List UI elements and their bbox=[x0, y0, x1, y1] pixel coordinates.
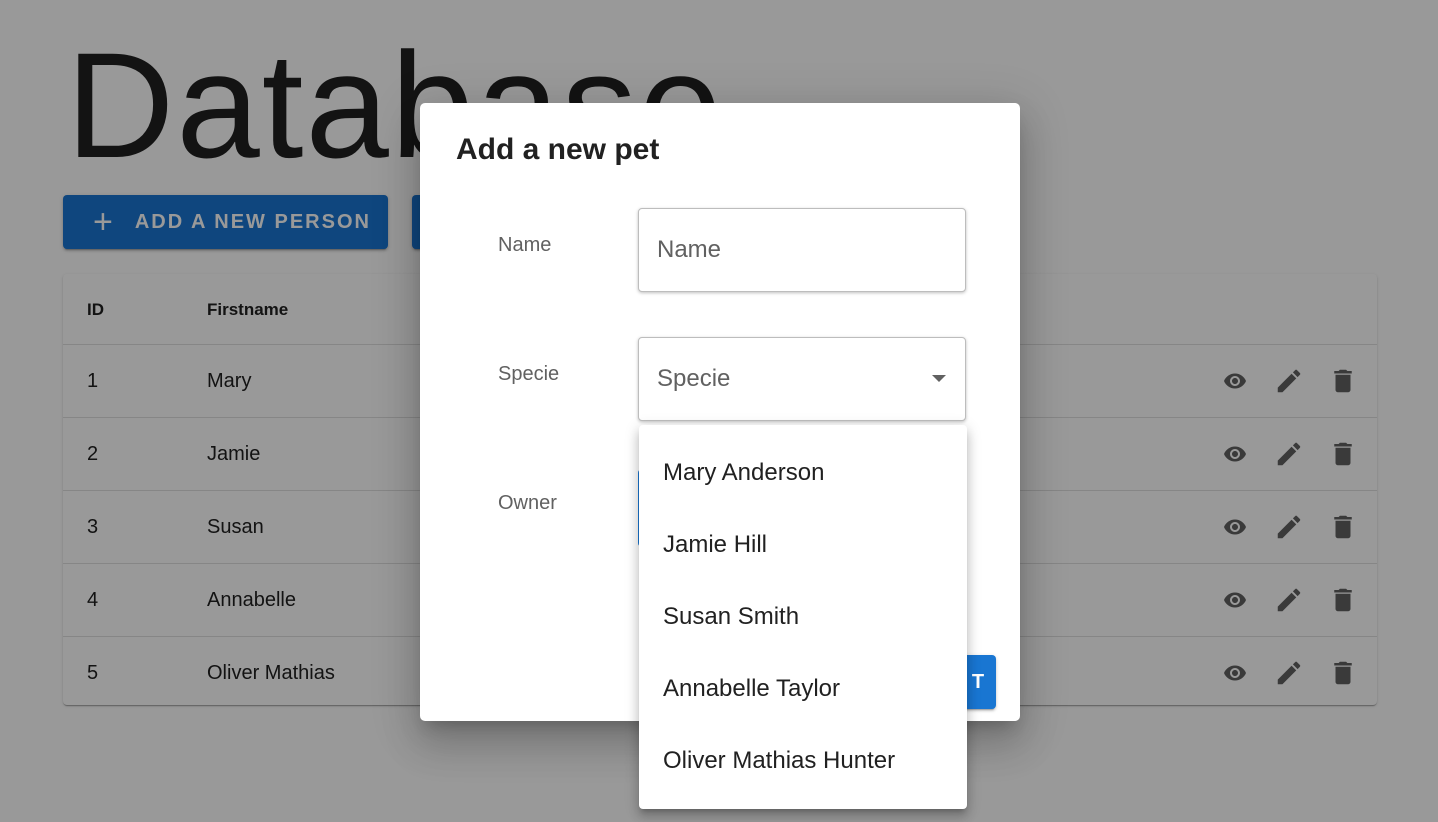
specie-select[interactable]: Specie bbox=[638, 337, 966, 421]
owner-option[interactable]: Oliver Mathias Hunter bbox=[639, 725, 967, 797]
owner-option[interactable]: Mary Anderson bbox=[639, 437, 967, 509]
owner-dropdown-menu: Mary Anderson Jamie Hill Susan Smith Annabe… bbox=[639, 425, 967, 809]
specie-label: Specie bbox=[498, 363, 560, 385]
owner-option[interactable]: Jamie Hill bbox=[639, 509, 967, 581]
submit-label: T bbox=[971, 670, 985, 693]
owner-options-list: Mary Anderson Jamie Hill Susan Smith Annabe… bbox=[639, 437, 967, 797]
chevron-down-icon bbox=[932, 375, 946, 382]
owner-label: Owner bbox=[498, 492, 557, 514]
name-label: Name bbox=[498, 234, 552, 256]
name-field[interactable] bbox=[638, 208, 966, 292]
owner-option[interactable]: Susan Smith bbox=[639, 581, 967, 653]
dialog-title: Add a new pet bbox=[456, 133, 660, 166]
name-input[interactable] bbox=[657, 236, 947, 264]
specie-select-value: Specie bbox=[657, 365, 731, 392]
owner-option[interactable]: Annabelle Taylor bbox=[639, 653, 967, 725]
